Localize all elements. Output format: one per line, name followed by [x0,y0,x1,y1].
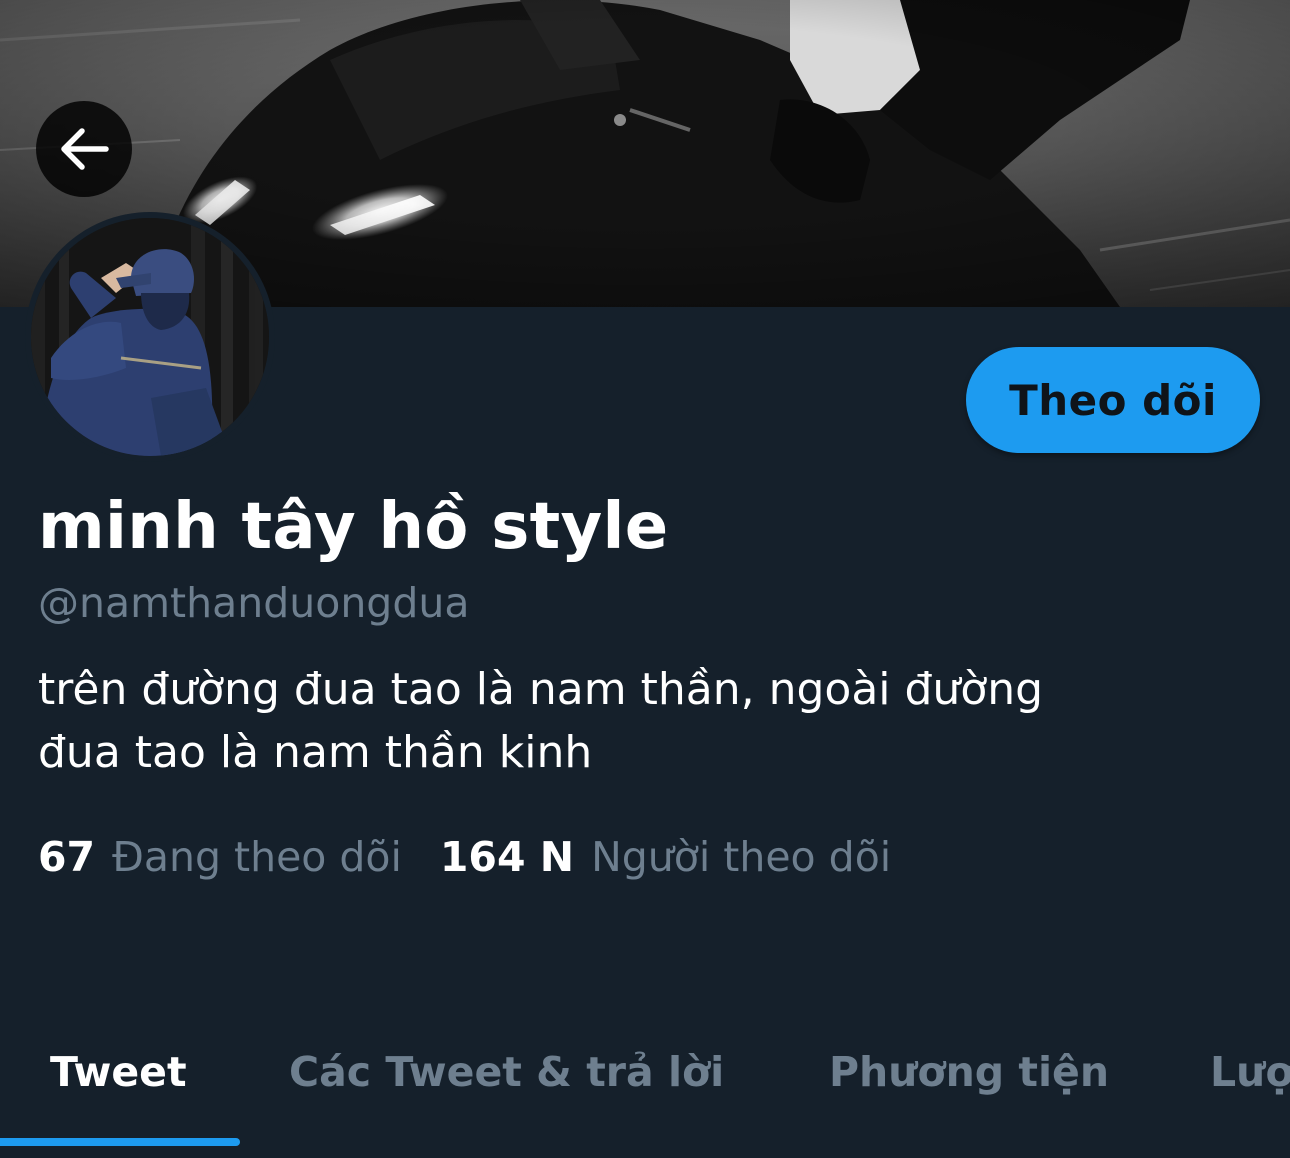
user-handle: @namthanduongdua [38,579,470,627]
tab-media[interactable]: Phương tiện [829,1048,1109,1096]
tab-likes[interactable]: Lượt thích [1210,1048,1290,1096]
profile-bio: trên đường đua tao là nam thần, ngoài đư… [38,658,1238,784]
following-label: Đang theo dõi [112,833,402,881]
active-tab-indicator [0,1138,240,1146]
bio-line: trên đường đua tao là nam thần, ngoài đư… [38,664,1044,715]
profile-page: Theo dõi minh tây hồ style @namthanduong… [0,0,1290,1158]
avatar-photo [31,218,269,456]
avatar[interactable] [25,212,275,462]
display-name: minh tây hồ style [38,490,669,564]
back-button[interactable] [36,101,132,197]
follow-button[interactable]: Theo dõi [966,347,1260,453]
following-link[interactable]: 67 Đang theo dõi [38,833,402,881]
profile-stats: 67 Đang theo dõi 164 N Người theo dõi [38,833,891,881]
followers-label: Người theo dõi [591,833,892,881]
followers-count: 164 N [439,833,575,881]
following-count: 67 [38,833,96,881]
tab-tweets[interactable]: Tweet [50,1048,187,1096]
profile-tabs: Tweet Các Tweet & trả lời Phương tiện Lư… [0,1030,1290,1158]
followers-link[interactable]: 164 N Người theo dõi [440,833,891,881]
tab-tweets-replies[interactable]: Các Tweet & trả lời [289,1048,724,1096]
bio-line: đua tao là nam thần kinh [38,727,593,778]
arrow-left-icon [61,128,109,170]
